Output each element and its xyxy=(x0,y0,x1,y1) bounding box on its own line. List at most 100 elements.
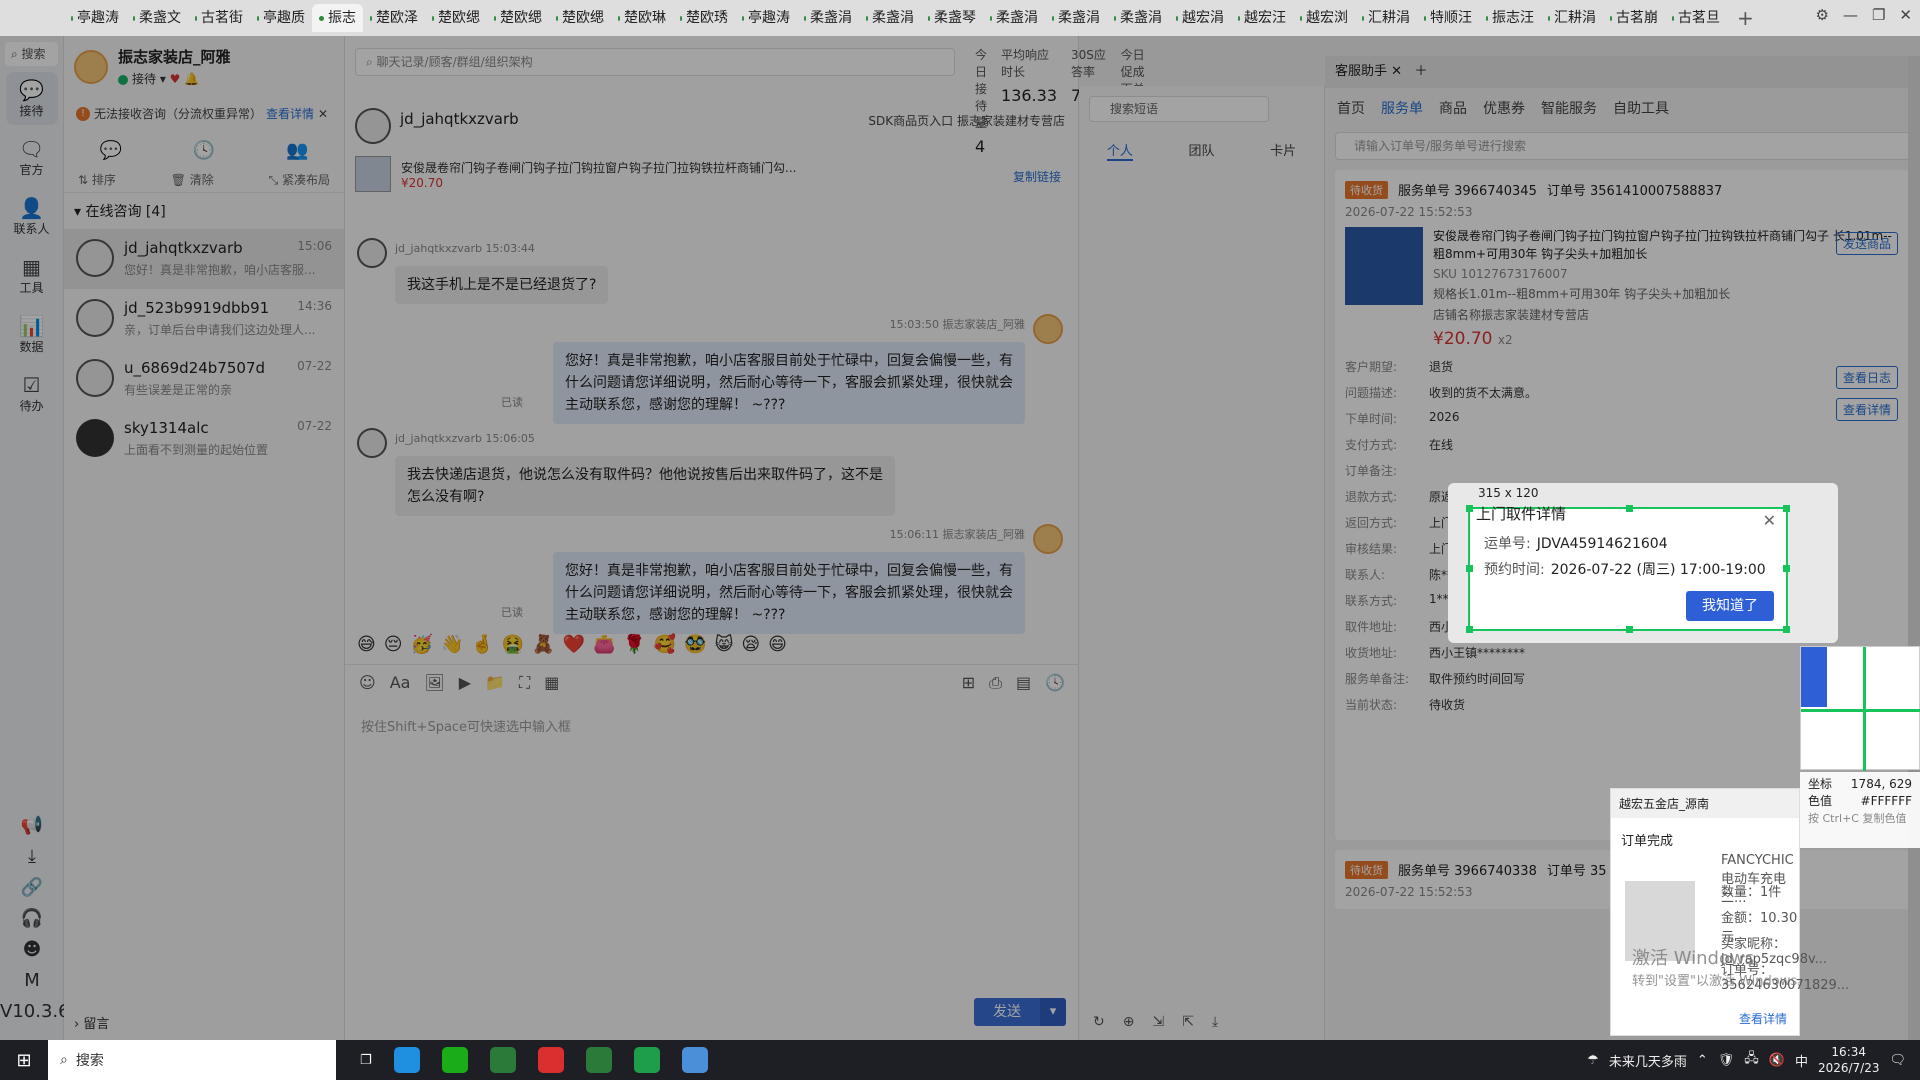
dialog-title: 上门取件详情 xyxy=(1476,505,1567,523)
browser-tab[interactable]: 特顺汪 xyxy=(1417,4,1479,32)
task-view-icon[interactable]: ❐ xyxy=(360,1053,372,1068)
tab-dot-icon xyxy=(1486,15,1488,21)
tab-dot-icon xyxy=(1362,15,1364,21)
resize-handle[interactable] xyxy=(1783,505,1790,512)
resize-handle[interactable] xyxy=(1783,626,1790,633)
browser-tab[interactable]: 楚欧琇 xyxy=(673,4,735,32)
wechat-icon[interactable] xyxy=(441,1047,468,1073)
clock-date: 2026/7/23 xyxy=(1817,1061,1880,1075)
tray-arrow-icon[interactable]: ⌃ xyxy=(1697,1053,1708,1068)
ime-indicator[interactable]: 中 xyxy=(1795,1051,1808,1070)
minimize-icon[interactable]: — xyxy=(1843,6,1858,24)
tab-dot-icon xyxy=(680,15,682,21)
clock[interactable]: 16:34 2026/7/23 xyxy=(1818,1044,1880,1076)
settings-icon[interactable]: ⚙ xyxy=(1816,6,1829,24)
selection-size-label: 315 x 120 xyxy=(1478,486,1539,500)
resize-handle[interactable] xyxy=(1466,505,1473,512)
tab-label: 亭趣质 xyxy=(263,10,305,26)
window-controls: ⚙ — ❐ ✕ xyxy=(1816,6,1912,24)
tab-dot-icon xyxy=(1114,15,1116,21)
browser-tab[interactable]: 古茗街 xyxy=(188,4,250,32)
search-icon: ⌕ xyxy=(60,1052,68,1068)
tab-dot-icon xyxy=(370,15,372,21)
browser-tab[interactable]: 柔盏涓 xyxy=(983,4,1045,32)
app-star-icon[interactable] xyxy=(489,1047,516,1073)
browser-tab[interactable]: 楚欧缌 xyxy=(425,4,487,32)
close-icon[interactable]: ✕ xyxy=(1763,511,1776,530)
browser-tab[interactable]: 柔盏琴 xyxy=(921,4,983,32)
close-icon[interactable]: ✕ xyxy=(1899,6,1912,24)
browser-tab[interactable]: 楚欧缌 xyxy=(487,4,549,32)
tab-dot-icon xyxy=(133,15,135,21)
tab-label: 柔盏涓 xyxy=(1058,10,1100,26)
browser-tab[interactable]: 越宏汪 xyxy=(1231,4,1293,32)
browser-tab[interactable]: 楚欧泽 xyxy=(363,4,425,32)
order-notification[interactable]: 越宏五金店_源南 订单完成 FANCYCHIC电动车充电二... 数量：1件 金… xyxy=(1610,788,1849,1036)
browser-tab[interactable]: 柔盏文 xyxy=(126,4,188,32)
tab-dot-icon xyxy=(195,15,197,21)
browser-tab[interactable]: 亭趣质 xyxy=(250,4,312,32)
time-row: 预约时间: 2026-07-22 (周三) 17:00-19:00 xyxy=(1484,559,1766,579)
browser-tab[interactable]: 柔盏涓 xyxy=(1107,4,1169,32)
notify-more-link[interactable]: 查看详情 xyxy=(1739,1010,1787,1027)
browser-tab[interactable]: 越宏涓 xyxy=(1169,4,1231,32)
color-magnifier xyxy=(1800,646,1920,771)
network-icon[interactable]: 🖧 xyxy=(1744,1049,1759,1071)
windows-start-icon[interactable]: ⊞ xyxy=(0,1050,48,1071)
resize-handle[interactable] xyxy=(1783,565,1790,572)
volume-icon[interactable]: 🔇 xyxy=(1769,1053,1785,1068)
new-tab-button[interactable]: + xyxy=(1727,6,1764,30)
tab-label: 柔盏涓 xyxy=(1120,10,1162,26)
browser-tab[interactable]: 汇耕涓 xyxy=(1355,4,1417,32)
taskbar-search[interactable]: ⌕ 搜索 xyxy=(48,1040,336,1080)
tab-label: 楚欧泽 xyxy=(376,10,418,26)
browser-tab[interactable]: 柔盏涓 xyxy=(797,4,859,32)
tab-dot-icon xyxy=(1610,15,1612,21)
shield-icon[interactable]: 🛡 xyxy=(1718,1053,1735,1068)
time-key: 预约时间: xyxy=(1484,562,1545,578)
browser-tab[interactable]: 亭趣涛 xyxy=(735,4,797,32)
tab-dot-icon xyxy=(990,15,992,21)
app-green-icon[interactable] xyxy=(633,1047,660,1073)
waybill-value: JDVA45914621604 xyxy=(1536,536,1668,552)
browser-tab[interactable]: 振志 xyxy=(312,4,363,32)
resize-handle[interactable] xyxy=(1626,505,1633,512)
edge-icon[interactable] xyxy=(393,1047,420,1073)
copy-hint: 按 Ctrl+C 复制色值 xyxy=(1808,812,1907,825)
tab-dot-icon xyxy=(742,15,744,21)
weather-text[interactable]: 未来几天多雨 xyxy=(1609,1051,1687,1070)
restore-icon[interactable]: ❐ xyxy=(1872,6,1885,24)
resize-handle[interactable] xyxy=(1466,565,1473,572)
resize-handle[interactable] xyxy=(1626,626,1633,633)
ok-button[interactable]: 我知道了 xyxy=(1686,591,1774,621)
browser-tab[interactable]: 楚欧琳 xyxy=(611,4,673,32)
waybill-row: 运单号: JDVA45914621604 xyxy=(1484,533,1668,553)
browser-tab[interactable]: 汇耕涓 xyxy=(1541,4,1603,32)
tab-dot-icon xyxy=(1300,15,1302,21)
browser-tab[interactable]: 越宏浏 xyxy=(1293,4,1355,32)
browser-tab[interactable]: 亭趣涛 xyxy=(64,4,126,32)
tab-label: 越宏汪 xyxy=(1244,10,1286,26)
tab-label: 亭趣涛 xyxy=(77,10,119,26)
browser-tab[interactable]: 柔盏涓 xyxy=(1045,4,1107,32)
tab-dot-icon xyxy=(1672,15,1674,21)
jd-service-icon[interactable] xyxy=(681,1047,708,1073)
browser-tab[interactable]: 古茗崩 xyxy=(1603,4,1665,32)
browser-tab[interactable]: 楚欧缌 xyxy=(549,4,611,32)
tab-label: 柔盏涓 xyxy=(996,10,1038,26)
notification-icon[interactable]: 🗨 xyxy=(1889,1053,1906,1068)
clock-time: 16:34 xyxy=(1831,1045,1867,1059)
app-red-icon[interactable] xyxy=(537,1047,564,1073)
color-row: 色值 #FFFFFF xyxy=(1808,793,1912,810)
app-star-icon[interactable] xyxy=(585,1047,612,1073)
browser-tab[interactable]: 振志汪 xyxy=(1479,4,1541,32)
browser-tab[interactable]: 柔盏涓 xyxy=(859,4,921,32)
tab-label: 柔盏文 xyxy=(139,10,181,26)
color-key: 色值 xyxy=(1808,794,1833,808)
tab-label: 楚欧缌 xyxy=(438,10,480,26)
tab-label: 振志 xyxy=(328,10,356,26)
tab-label: 古茗街 xyxy=(201,10,243,26)
resize-handle[interactable] xyxy=(1466,626,1473,633)
capture-selection[interactable]: 上门取件详情 ✕ 运单号: JDVA45914621604 预约时间: 2026-0… xyxy=(1466,505,1790,633)
browser-tab[interactable]: 古茗旦 xyxy=(1665,4,1727,32)
